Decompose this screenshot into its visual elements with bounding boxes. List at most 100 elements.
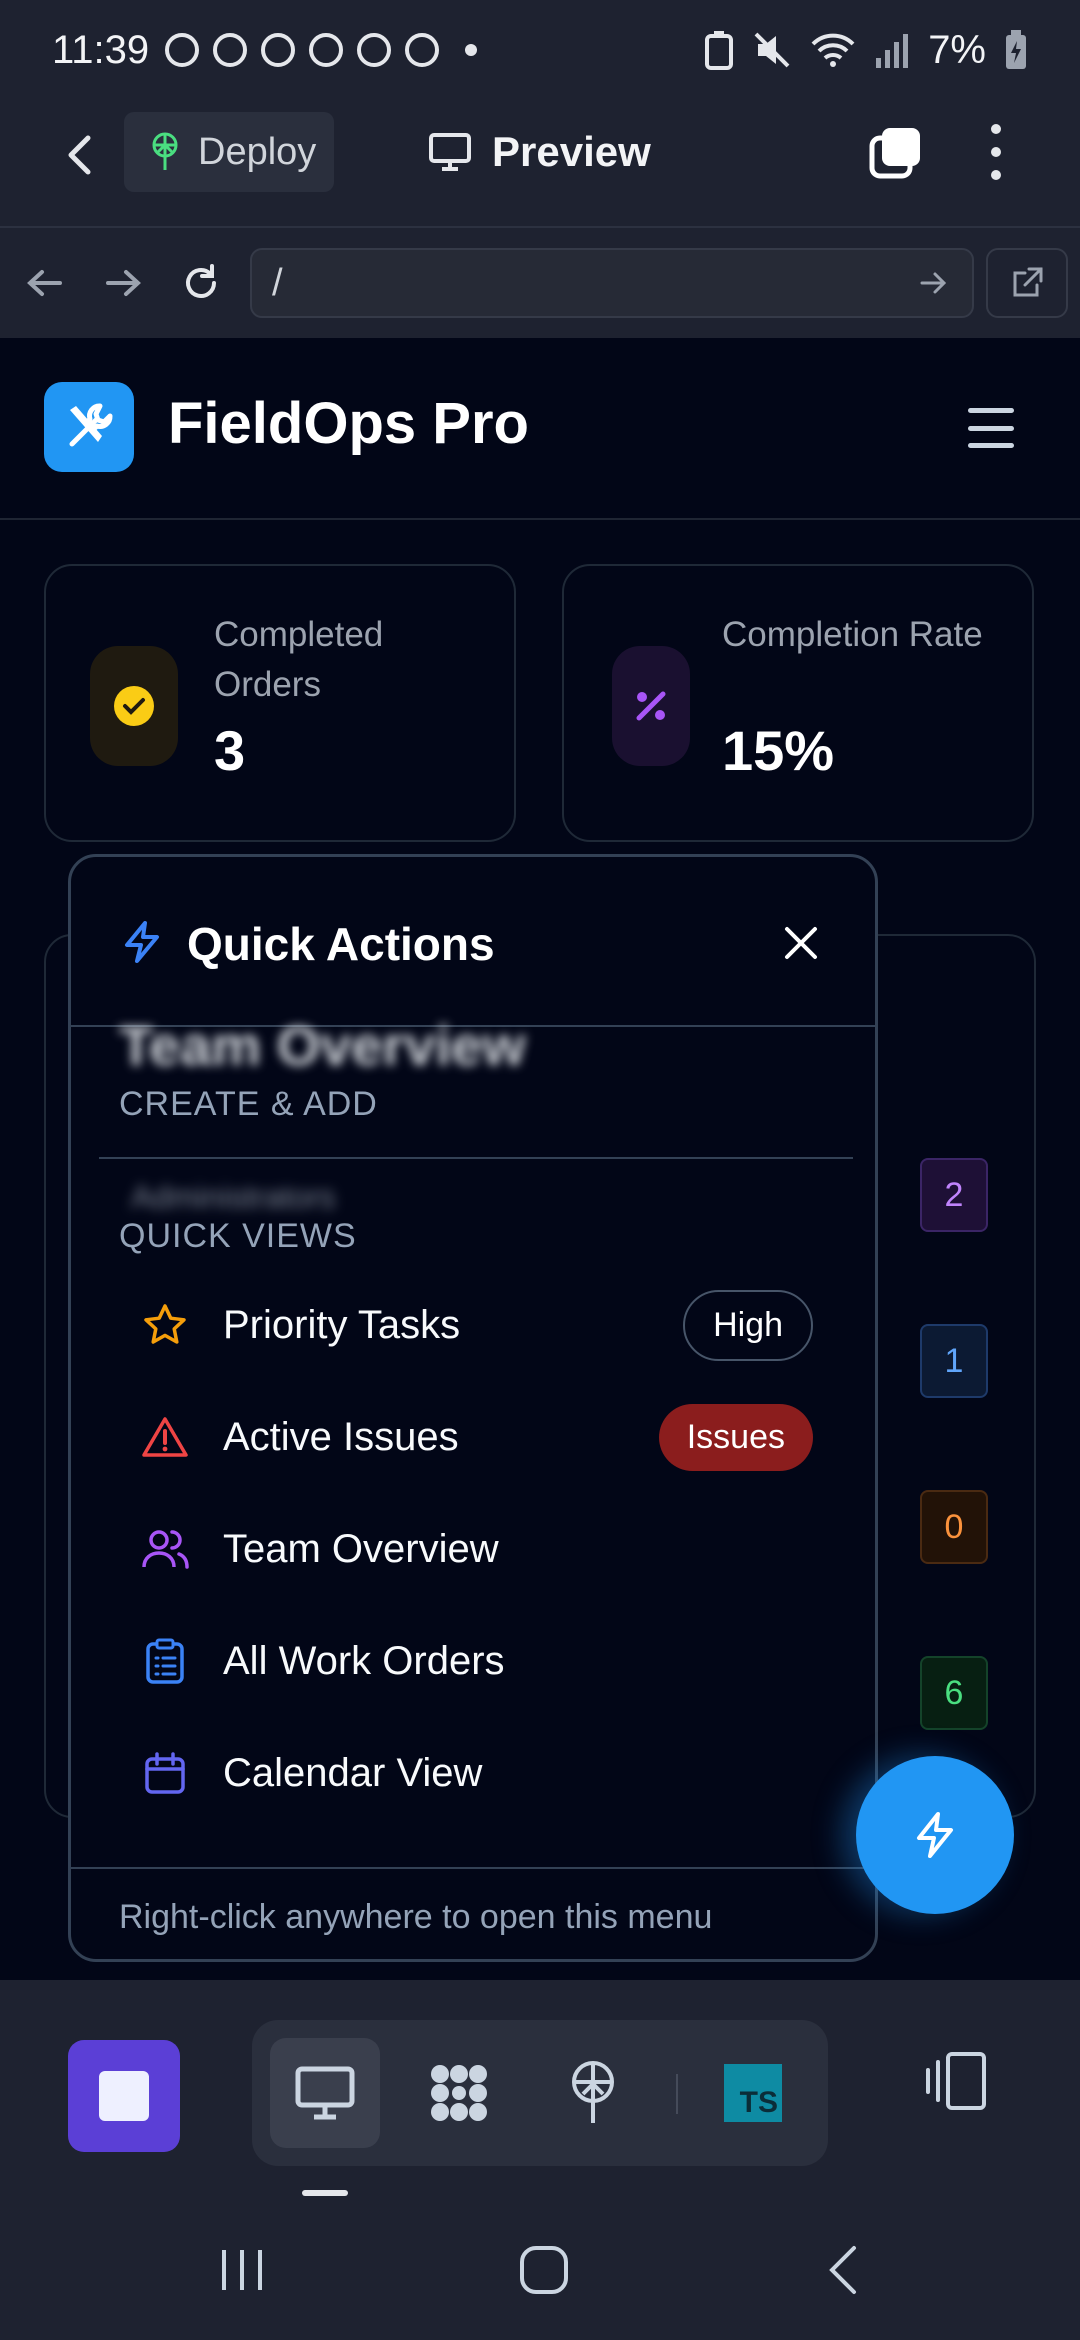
preview-tab[interactable]: Preview xyxy=(428,120,651,184)
quick-view-label: Team Overview xyxy=(223,1526,499,1571)
clipboard-list-icon xyxy=(137,1633,193,1689)
quick-actions-hint: Right-click anywhere to open this menu xyxy=(71,1867,875,1959)
quick-view-priority-tasks[interactable]: Priority Tasks High xyxy=(99,1275,853,1375)
monitor-icon xyxy=(295,2066,355,2120)
users-icon xyxy=(137,1521,193,1577)
mute-icon xyxy=(754,32,790,68)
quick-view-calendar[interactable]: Calendar View xyxy=(99,1723,853,1823)
stat-icon-wrap xyxy=(612,646,690,766)
percent-icon xyxy=(636,691,666,721)
recent-apps-icon[interactable] xyxy=(212,2240,272,2300)
stop-icon xyxy=(99,2071,149,2121)
close-icon[interactable] xyxy=(779,921,823,965)
quick-view-label: Calendar View xyxy=(223,1750,483,1795)
lightning-icon xyxy=(125,921,159,963)
app-title: FieldOps Pro xyxy=(168,391,529,456)
tool-typescript[interactable]: TS xyxy=(698,2038,808,2148)
quick-view-label: Priority Tasks xyxy=(223,1302,461,1347)
nav-back-icon[interactable] xyxy=(20,258,70,308)
stat-value: 15% xyxy=(722,719,835,782)
quick-view-label: Active Issues xyxy=(223,1414,459,1459)
stop-button[interactable] xyxy=(68,2040,180,2152)
messenger-notification-icon xyxy=(405,33,440,67)
ide-bottom-bar: TS xyxy=(0,1980,1080,2200)
go-arrow-icon[interactable] xyxy=(916,265,952,301)
wifi-icon xyxy=(811,33,855,67)
stat-value: 3 xyxy=(214,719,246,782)
active-tab-indicator xyxy=(302,2190,348,2196)
deploy-label: Deploy xyxy=(198,130,317,173)
app-header: FieldOps Pro xyxy=(0,338,1080,520)
messenger-notification-icon xyxy=(213,33,248,67)
typescript-icon: TS xyxy=(724,2064,782,2122)
tabs-switch-icon[interactable] xyxy=(868,124,924,180)
team-count-badge: 2 xyxy=(920,1158,988,1232)
chat-notification-icon xyxy=(165,33,200,67)
messenger-notification-icon xyxy=(309,33,344,67)
deploy-button[interactable]: Deploy xyxy=(124,112,334,192)
messenger-notification-icon xyxy=(261,33,296,67)
preview-label: Preview xyxy=(492,128,651,175)
signal-icon xyxy=(876,34,909,68)
open-external-button[interactable] xyxy=(986,248,1068,318)
issues-badge: Issues xyxy=(658,1403,813,1471)
quick-actions-header: Quick Actions xyxy=(71,857,875,1027)
system-back-icon[interactable] xyxy=(816,2240,876,2300)
url-bar: / xyxy=(0,226,1080,338)
stat-card-completion-rate: Completion Rate 15% xyxy=(562,564,1034,842)
tool-workspace[interactable] xyxy=(404,2038,514,2148)
home-icon[interactable] xyxy=(514,2240,574,2300)
tool-deploy[interactable] xyxy=(538,2038,648,2148)
battery-charging-icon xyxy=(1006,30,1026,69)
url-path: / xyxy=(272,261,283,304)
nav-forward-icon[interactable] xyxy=(98,258,148,308)
priority-badge: High xyxy=(683,1289,813,1361)
battery-percent: 7% xyxy=(928,27,986,72)
calendar-icon xyxy=(137,1745,193,1801)
notification-icons xyxy=(165,33,478,67)
team-count-badge: 1 xyxy=(920,1324,988,1398)
tool-preview[interactable] xyxy=(270,2038,380,2148)
quick-actions-title: Quick Actions xyxy=(187,918,495,970)
section-quick-views: QUICK VIEWS xyxy=(119,1217,357,1255)
messenger-notification-icon xyxy=(357,33,392,67)
quick-view-team-overview[interactable]: Team Overview xyxy=(99,1499,853,1599)
url-input[interactable]: / xyxy=(250,248,974,318)
back-arrow-icon[interactable] xyxy=(56,130,106,180)
monitor-icon xyxy=(429,133,471,171)
quick-actions-menu: Quick Actions Team Overview CREATE & ADD… xyxy=(68,854,878,1962)
quick-view-label: All Work Orders xyxy=(223,1638,505,1683)
quick-view-all-work-orders[interactable]: All Work Orders xyxy=(99,1611,853,1711)
app-logo xyxy=(44,382,134,472)
team-count-badge: 6 xyxy=(920,1656,988,1730)
status-right-icons: 7% xyxy=(704,28,1028,73)
stat-label: Completion Rate xyxy=(722,615,983,654)
deploy-icon xyxy=(152,132,178,170)
external-link-icon xyxy=(1013,267,1043,297)
warning-triangle-icon xyxy=(137,1409,193,1465)
section-divider xyxy=(99,1157,853,1159)
more-notifications-dot-icon xyxy=(465,44,478,56)
lightning-icon xyxy=(917,1812,953,1858)
menu-hamburger-icon[interactable] xyxy=(968,408,1014,448)
check-circle-icon xyxy=(114,686,154,726)
stat-icon-wrap xyxy=(90,646,178,766)
blurred-background-row: Administrators xyxy=(131,1179,336,1215)
star-icon xyxy=(137,1297,193,1353)
deploy-icon xyxy=(572,2061,614,2123)
system-navigation-bar xyxy=(0,2200,1080,2340)
status-bar: 11:39 7% xyxy=(0,0,1080,100)
stat-label: Completed Orders xyxy=(214,615,384,704)
tool-separator xyxy=(676,2074,678,2114)
more-options-icon[interactable] xyxy=(984,124,1008,180)
status-time: 11:39 xyxy=(52,27,150,72)
tools-icon xyxy=(69,403,113,447)
stat-card-completed-orders: Completed Orders 3 xyxy=(44,564,516,842)
tool-switcher: TS xyxy=(252,2020,828,2166)
reload-icon[interactable] xyxy=(176,258,226,308)
device-layout-icon[interactable] xyxy=(920,2046,990,2116)
quick-view-active-issues[interactable]: Active Issues Issues xyxy=(99,1387,853,1487)
quick-actions-fab[interactable] xyxy=(856,1756,1014,1914)
team-count-badge: 0 xyxy=(920,1490,988,1564)
section-create-add: CREATE & ADD xyxy=(119,1085,378,1123)
